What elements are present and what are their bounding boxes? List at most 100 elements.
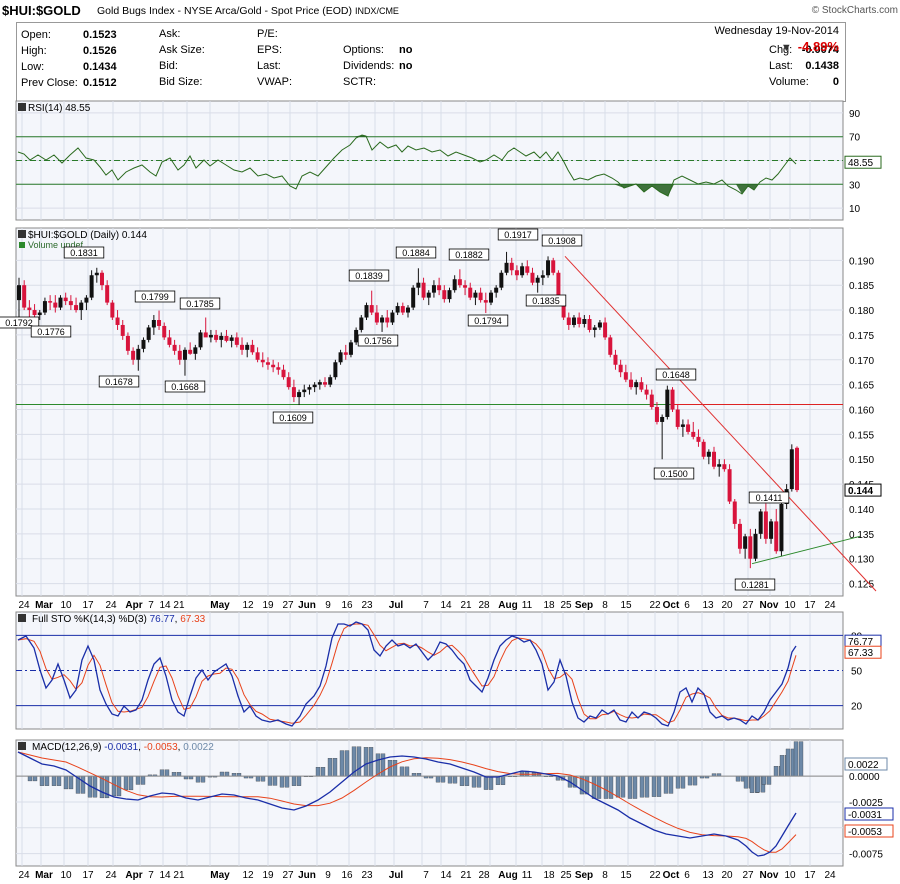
x-axis-label: 22	[649, 870, 661, 881]
candle-body	[437, 285, 442, 291]
macd-histogram-bar	[440, 775, 446, 783]
x-axis-label: 14	[440, 870, 452, 881]
macd-histogram-bar	[135, 775, 141, 785]
x-axis-label: Apr	[125, 870, 142, 881]
x-axis-label: 17	[82, 870, 94, 881]
macd-histogram-bar	[798, 741, 804, 777]
macd-histogram-bar	[459, 775, 465, 786]
rsi-last-value: 48.55	[848, 158, 873, 169]
macd-tick-label: 0.0000	[849, 772, 880, 783]
candle-body	[374, 312, 379, 323]
candle-body	[587, 319, 592, 330]
candle-body	[369, 305, 374, 313]
price-annotation: 0.1835	[532, 296, 560, 306]
x-axis-label: 9	[325, 600, 331, 611]
x-axis-label: 14	[440, 600, 452, 611]
x-axis-label: May	[210, 870, 230, 881]
candle-body	[509, 262, 514, 271]
candle-body	[141, 339, 146, 349]
x-axis-label: 12	[242, 870, 254, 881]
macd-histogram-bar	[363, 747, 369, 777]
candle-body	[42, 301, 47, 313]
candle-body	[644, 389, 649, 395]
price-tick-label: 0.130	[849, 555, 874, 566]
candle-body	[131, 350, 136, 360]
macd-hist-last-value: 0.0022	[848, 760, 879, 771]
candle-body	[411, 287, 416, 308]
macd-histogram-bar	[779, 755, 785, 777]
sto-d-last-value: 67.33	[848, 648, 873, 659]
price-annotation: 0.1411	[756, 493, 783, 503]
x-axis-label: 6	[684, 600, 690, 611]
price-tick-label: 0.180	[849, 306, 874, 317]
price-annotation: 0.1785	[186, 299, 214, 309]
candle-body	[203, 332, 208, 338]
candle-body	[546, 260, 551, 276]
candle-body	[255, 352, 260, 360]
x-axis-label: 13	[702, 600, 714, 611]
candle-body	[245, 344, 250, 350]
macd-histogram-bar	[123, 775, 129, 791]
candle-body	[722, 464, 727, 470]
candle-body	[125, 335, 130, 351]
macd-histogram-bar	[651, 775, 657, 797]
macd-histogram-bar	[766, 775, 772, 785]
candle-body	[639, 382, 644, 390]
candle-body	[286, 377, 291, 388]
candle-body	[608, 337, 613, 355]
candle-body	[618, 364, 623, 373]
macd-histogram-bar	[315, 767, 321, 777]
candle-body	[670, 389, 675, 410]
candle-body	[105, 285, 110, 303]
macd-histogram-bar	[615, 775, 621, 798]
macd-histogram-bar	[483, 775, 489, 790]
x-axis-label: Jun	[298, 870, 316, 881]
rsi-title: RSI(14) 48.55	[28, 103, 91, 114]
macd-histogram-bar	[584, 775, 590, 795]
candle-body	[504, 262, 509, 273]
sto-tick-label: 50	[851, 667, 863, 678]
x-axis-label: 23	[361, 870, 373, 881]
candle-body	[597, 322, 602, 328]
stock-chart: 1030507090RSI(14) 48.5548.550.1250.1300.…	[0, 100, 894, 881]
candle-body	[198, 332, 203, 348]
x-axis-label: 17	[804, 600, 816, 611]
candle-body	[535, 277, 540, 283]
price-annotation: 0.1609	[279, 413, 307, 423]
candle-body	[146, 327, 151, 340]
x-axis-label: 22	[649, 600, 661, 611]
macd-histogram-bar	[663, 775, 669, 794]
macd-histogram-bar	[327, 758, 333, 777]
macd-histogram-bar	[488, 775, 494, 790]
x-axis-label: Nov	[760, 870, 779, 881]
rsi-legend-swatch	[18, 103, 26, 111]
candle-body	[680, 424, 685, 427]
macd-histogram-bar	[793, 741, 799, 777]
macd-histogram-bar	[447, 775, 453, 784]
candle-body	[431, 285, 436, 293]
x-axis-label: 24	[18, 600, 30, 611]
candle-body	[696, 436, 701, 442]
macd-histogram-bar	[404, 766, 410, 777]
x-axis-label: 27	[742, 600, 754, 611]
macd-histogram-bar	[267, 775, 273, 786]
candle-body	[706, 451, 711, 457]
macd-histogram-bar	[680, 775, 686, 789]
macd-histogram-bar	[32, 775, 38, 782]
candle-body	[758, 511, 763, 534]
x-axis-label: 27	[282, 870, 294, 881]
macd-histogram-bar	[44, 775, 50, 786]
price-tick-label: 0.135	[849, 530, 874, 541]
candle-body	[582, 319, 587, 324]
macd-histogram-bar	[785, 748, 791, 777]
candle-body	[795, 447, 799, 491]
candle-body	[551, 260, 556, 273]
candle-body	[167, 337, 172, 345]
candle-body	[447, 290, 452, 300]
x-axis-label: 18	[543, 600, 555, 611]
macd-histogram-bar	[140, 775, 146, 785]
sto-k-value: 76.77	[150, 614, 175, 625]
macd-signal-last-value: -0.0053	[848, 827, 882, 838]
candle-body	[172, 344, 177, 351]
candle-body	[84, 297, 89, 303]
